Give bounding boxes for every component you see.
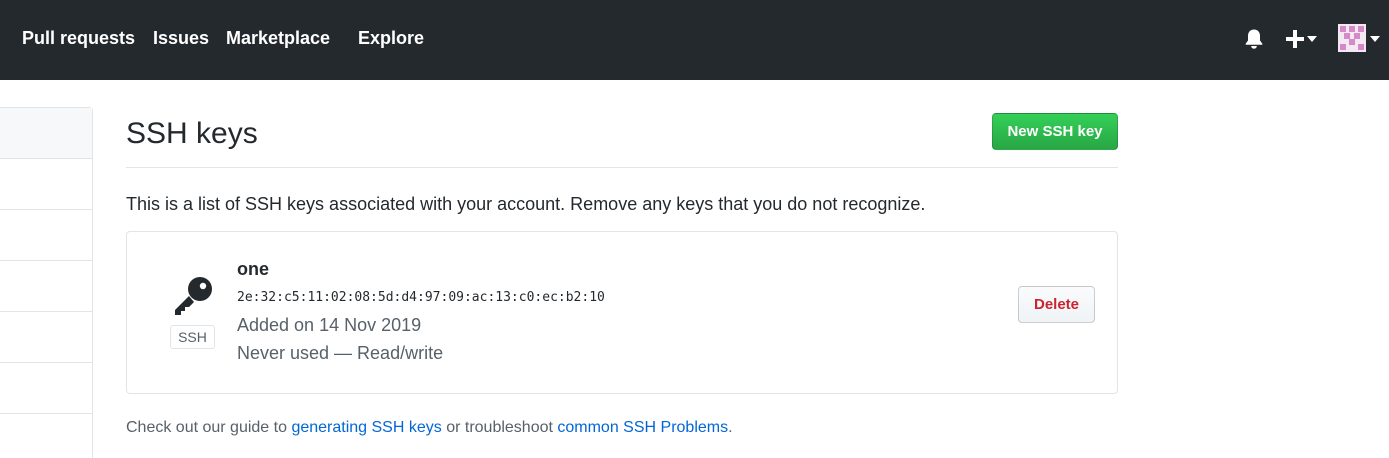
help-middle: or troubleshoot (441, 419, 558, 436)
help-note: Check out our guide to generating SSH ke… (126, 418, 733, 438)
key-usage: Never used — Read/write (237, 343, 444, 363)
caret-down-icon[interactable] (1307, 36, 1317, 42)
key-added-date: Added on 14 Nov 2019 (237, 315, 422, 335)
sidebar-item[interactable] (0, 261, 92, 312)
sidebar-item[interactable] (0, 312, 92, 363)
settings-sidebar (0, 107, 93, 458)
bell-icon[interactable] (1242, 27, 1266, 51)
key-title: one (237, 259, 270, 279)
caret-down-icon[interactable] (1370, 36, 1380, 42)
sidebar-item[interactable] (0, 108, 92, 159)
page-title: SSH keys (126, 117, 258, 150)
sidebar-item[interactable] (0, 210, 92, 261)
help-prefix: Check out our guide to (126, 419, 292, 436)
ssh-key-list (126, 231, 1118, 394)
sidebar-item[interactable] (0, 363, 92, 414)
nav-explore[interactable]: Explore (358, 26, 424, 50)
sidebar-item[interactable] (0, 159, 92, 210)
ssh-badge: SSH (170, 325, 215, 349)
generating-ssh-keys-link[interactable]: generating SSH keys (291, 419, 441, 436)
avatar[interactable] (1338, 24, 1366, 52)
divider (126, 167, 1118, 168)
key-fingerprint: 2e:32:c5:11:02:08:5d:d4:97:09:ac:13:c0:e… (237, 290, 605, 305)
nav-marketplace[interactable]: Marketplace (226, 26, 330, 50)
plus-icon[interactable] (1284, 28, 1306, 50)
new-ssh-key-button[interactable]: New SSH key (992, 113, 1118, 150)
intro-text: This is a list of SSH keys associated wi… (126, 194, 926, 214)
key-icon (175, 277, 212, 315)
delete-key-button[interactable]: Delete (1018, 286, 1095, 323)
common-ssh-problems-link[interactable]: common SSH Problems (557, 419, 728, 436)
top-navigation-bar: Pull requests Issues Marketplace Explore (0, 0, 1389, 80)
help-suffix: . (728, 419, 733, 436)
nav-issues[interactable]: Issues (153, 26, 209, 50)
nav-pull-requests[interactable]: Pull requests (22, 26, 135, 50)
